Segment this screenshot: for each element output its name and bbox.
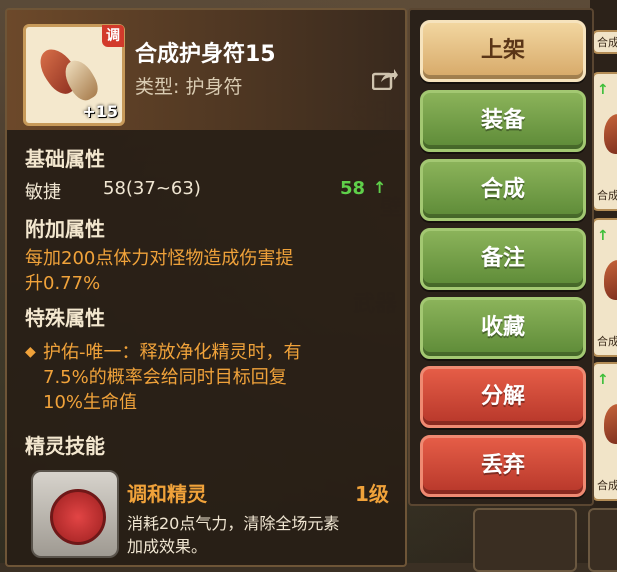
section-title-special: 特殊属性 xyxy=(25,306,105,330)
slot-label: 合成 xyxy=(597,479,617,492)
stat-range: 58(37~63) xyxy=(103,178,201,199)
item-type: 类型: 护身符 xyxy=(135,76,243,98)
inventory-slot[interactable]: ↑ 合成 xyxy=(592,218,617,357)
amulet-thumbnail-icon xyxy=(604,404,617,444)
skill-name: 调和精灵 xyxy=(127,482,207,506)
decompose-button[interactable]: 分解 xyxy=(420,366,586,428)
stat-current: 58 xyxy=(340,178,366,199)
empty-inventory-slot[interactable] xyxy=(588,508,617,572)
spirit-skill-icon xyxy=(31,470,119,558)
item-tooltip-panel: 调 +15 合成护身符15 类型: 护身符 基础属性 敏捷 58(37~63) … xyxy=(5,8,407,567)
list-for-sale-button[interactable]: 上架 xyxy=(420,20,586,82)
share-icon[interactable] xyxy=(372,68,398,90)
favorite-button[interactable]: 收藏 xyxy=(420,297,586,359)
skill-description-line: 加成效果。 xyxy=(127,537,208,556)
special-attribute-text: 10%生命值 xyxy=(43,392,138,413)
special-attribute-text: 护佑-唯一：释放净化精灵时，有 xyxy=(43,342,302,363)
note-button[interactable]: 备注 xyxy=(420,228,586,290)
extra-attribute-text: 每加200点体力对怪物造成伤害提 xyxy=(25,248,294,269)
slot-label: 合成 xyxy=(597,335,617,348)
skill-description-line: 消耗20点气力，清除全场元素 xyxy=(127,514,340,533)
inventory-slot[interactable]: 合成 xyxy=(592,30,617,54)
stat-name: 敏捷 xyxy=(25,182,61,203)
empty-inventory-slot[interactable] xyxy=(473,508,577,572)
combine-button[interactable]: 合成 xyxy=(420,159,586,221)
slot-label: 合成 xyxy=(597,36,617,49)
section-title-base: 基础属性 xyxy=(25,147,105,171)
diamond-bullet-icon: ◆ xyxy=(25,344,36,360)
section-title-extra: 附加属性 xyxy=(25,217,105,241)
section-title-spirit: 精灵技能 xyxy=(25,434,105,458)
enhance-level: +15 xyxy=(82,102,118,121)
spirit-emblem-icon xyxy=(50,489,106,545)
item-name: 合成护身符15 xyxy=(135,42,276,67)
adjust-badge: 调 xyxy=(102,25,124,47)
special-attribute-text: 7.5%的概率会给同时目标回复 xyxy=(43,367,287,388)
upgrade-arrow-icon: ↑ xyxy=(597,372,609,388)
slot-label: 合成 xyxy=(597,189,617,202)
amulet-thumbnail-icon xyxy=(604,260,617,300)
skill-description: 消耗20点气力，清除全场元素 加成效果。 xyxy=(127,512,397,558)
extra-attribute-text: 升0.77% xyxy=(25,273,101,294)
item-icon: 调 +15 xyxy=(23,24,125,126)
equip-button[interactable]: 装备 xyxy=(420,90,586,152)
amulet-thumbnail-icon xyxy=(604,114,617,154)
inventory-slot[interactable]: ↑ 合成 xyxy=(592,72,617,211)
discard-button[interactable]: 丢弃 xyxy=(420,435,586,497)
upgrade-arrow-icon: ↑ xyxy=(597,82,609,98)
upgrade-arrow-icon: ↑ xyxy=(597,228,609,244)
inventory-slot[interactable]: ↑ 合成 xyxy=(592,362,617,501)
stat-up-arrow-icon: ↑ xyxy=(373,178,387,197)
skill-level: 1级 xyxy=(355,482,389,506)
